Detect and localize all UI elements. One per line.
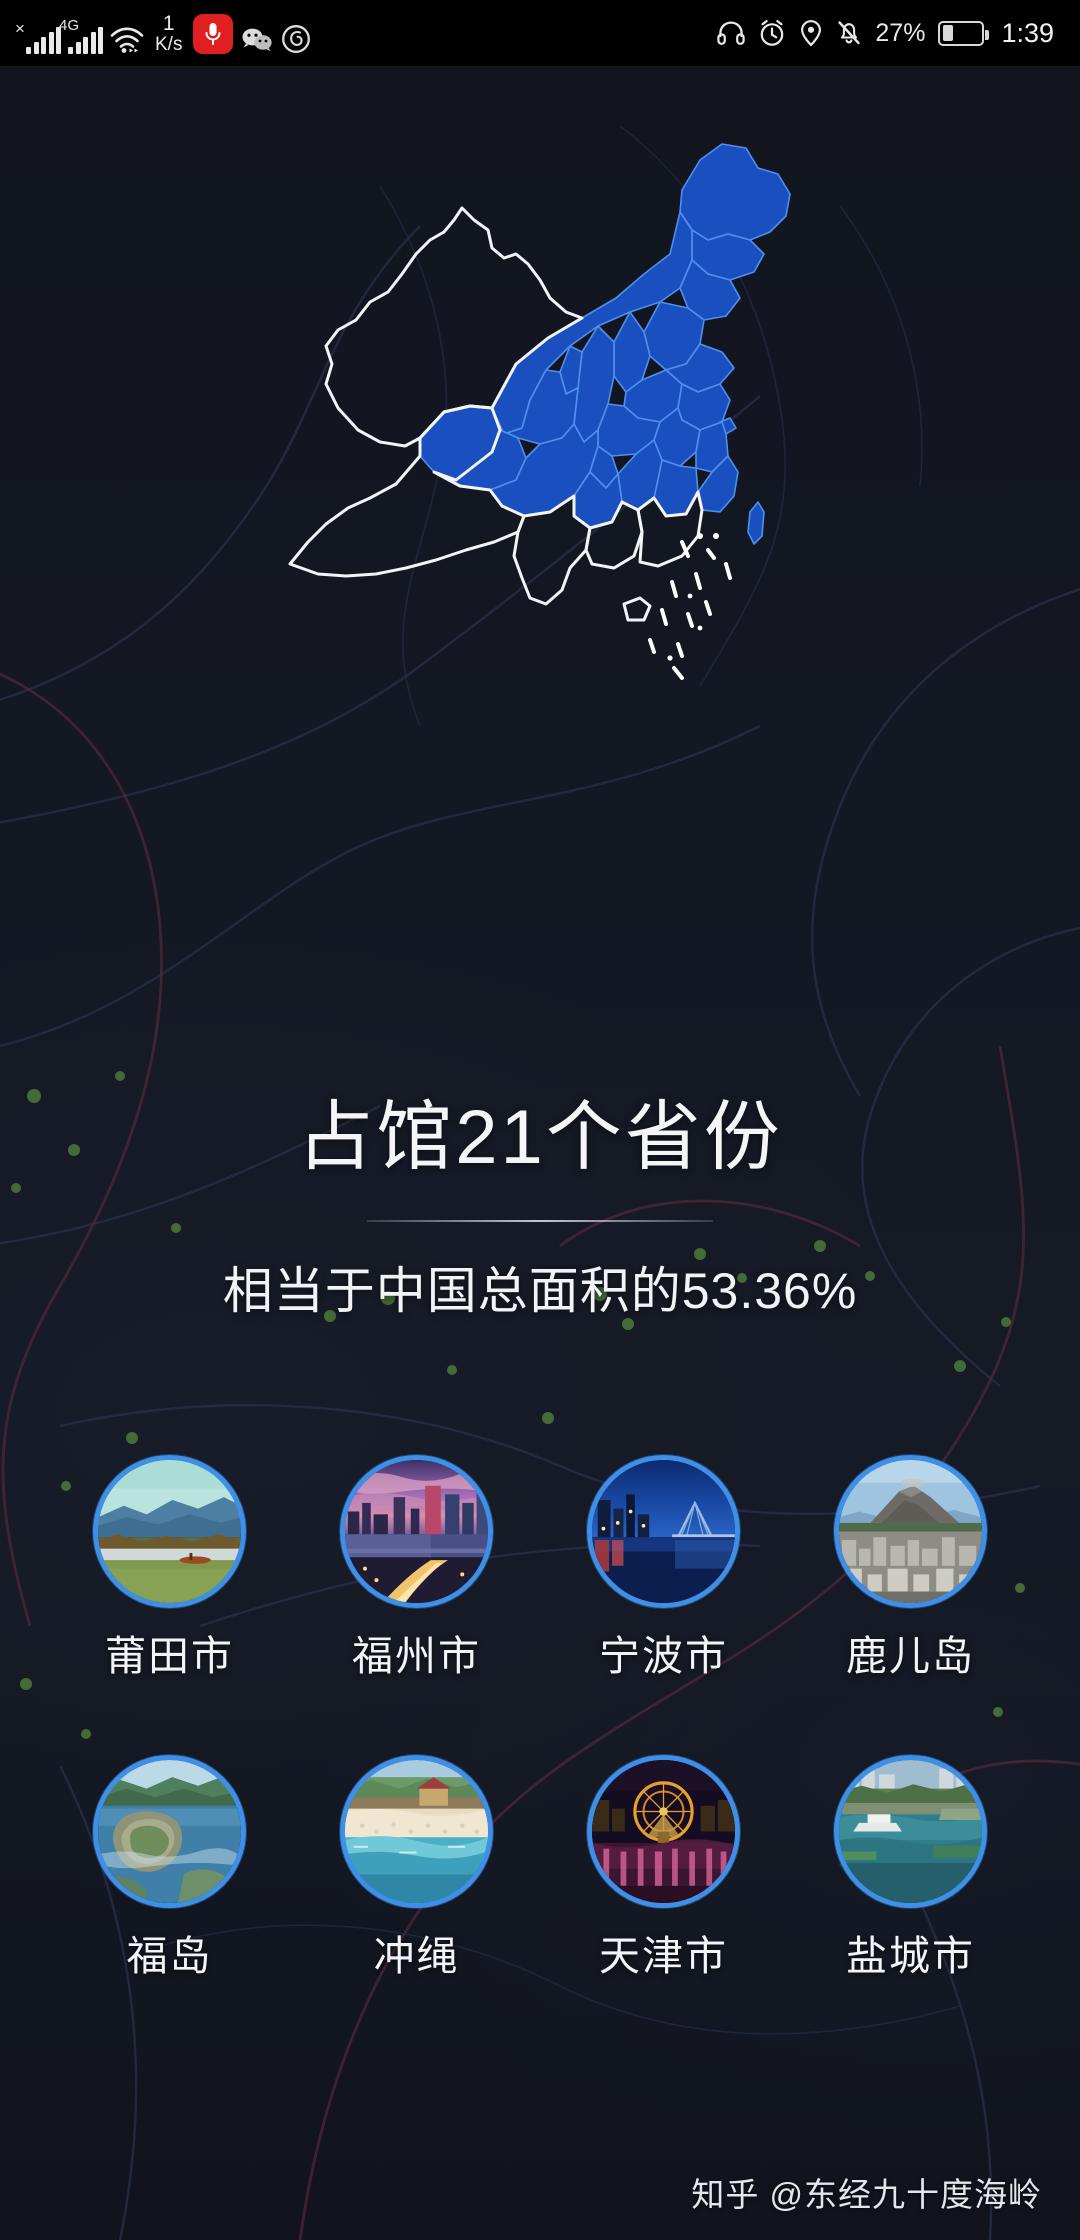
city-cell[interactable]: 宁波市 <box>540 1455 787 1677</box>
headline-block: 占馆21个省份 相当于中国总面积的53.36% <box>0 1095 1080 1319</box>
city-cell[interactable]: 莆田市 <box>46 1455 293 1677</box>
city-cell[interactable]: 天津市 <box>540 1755 787 1977</box>
status-bar-left: × 4G 1 K/s <box>15 13 311 54</box>
status-bar-clock: 1:39 <box>1001 17 1054 48</box>
city-grid: 莆田市 福州市 宁波市 鹿儿岛 福岛 冲绳 天津市 盐城市 <box>0 1455 1080 1977</box>
location-icon <box>801 20 822 47</box>
netease-music-icon <box>282 24 311 53</box>
wifi-icon <box>110 26 144 53</box>
city-name: 莆田市 <box>105 1633 234 1679</box>
no-sim-label: × <box>15 18 25 38</box>
network-speed-value: 1 <box>162 11 175 35</box>
wechat-icon <box>242 28 273 51</box>
battery-icon <box>938 20 990 46</box>
ferris-wheel-night-thumb[interactable] <box>587 1755 740 1908</box>
signal-bars-icon: × <box>15 20 61 54</box>
city-name: 鹿儿岛 <box>846 1633 975 1679</box>
headphones-icon <box>717 21 746 45</box>
city-cell[interactable]: 福州市 <box>293 1455 540 1677</box>
city-cell[interactable]: 福岛 <box>46 1755 293 1977</box>
riverside-waterfront-thumb[interactable] <box>834 1755 987 1908</box>
city-name: 福岛 <box>126 1933 213 1979</box>
voice-recorder-icon <box>193 13 234 54</box>
city-cell[interactable]: 盐城市 <box>787 1755 1034 1977</box>
page-subtitle: 相当于中国总面积的53.36% <box>222 1263 858 1319</box>
city-name: 天津市 <box>599 1933 728 1979</box>
watermark: 知乎 @东经九十度海岭 <box>691 2176 1042 2213</box>
network-speed-icon: 1 K/s <box>155 13 182 54</box>
city-cell[interactable]: 冲绳 <box>293 1755 540 1977</box>
network-type-label: 4G <box>59 16 80 34</box>
city-name: 盐城市 <box>846 1933 975 1979</box>
app-screen: × 4G 1 K/s 27% 1:39 占馆21个省份 相当于中国总面积的53.… <box>0 0 1080 2240</box>
china-map <box>0 92 1080 692</box>
city-cell[interactable]: 鹿儿岛 <box>787 1455 1034 1677</box>
network-4g-icon: 4G <box>59 18 103 54</box>
white-sand-beach-thumb[interactable] <box>340 1755 493 1908</box>
purple-dusk-cityscape-thumb[interactable] <box>340 1455 493 1608</box>
south-china-sea-dashes <box>648 533 732 680</box>
status-bar: × 4G 1 K/s 27% 1:39 <box>0 0 1080 66</box>
battery-percent-label: 27% <box>875 18 926 47</box>
alarm-clock-icon <box>761 20 784 46</box>
divider <box>367 1220 713 1222</box>
mute-bell-icon <box>838 21 861 45</box>
page-title: 占馆21个省份 <box>297 1095 783 1180</box>
china-provinces-svg <box>288 143 791 680</box>
city-name: 宁波市 <box>599 1633 728 1679</box>
wetland-lake-scenery-thumb[interactable] <box>93 1455 246 1608</box>
city-name: 福州市 <box>352 1633 481 1679</box>
status-bar-right: 27% 1:39 <box>717 18 1054 49</box>
coastal-cliff-bay-thumb[interactable] <box>93 1755 246 1908</box>
city-name: 冲绳 <box>373 1933 460 1979</box>
blue-night-bridge-thumb[interactable] <box>587 1455 740 1608</box>
network-speed-unit: K/s <box>155 33 183 55</box>
volcano-city-view-thumb[interactable] <box>834 1455 987 1608</box>
